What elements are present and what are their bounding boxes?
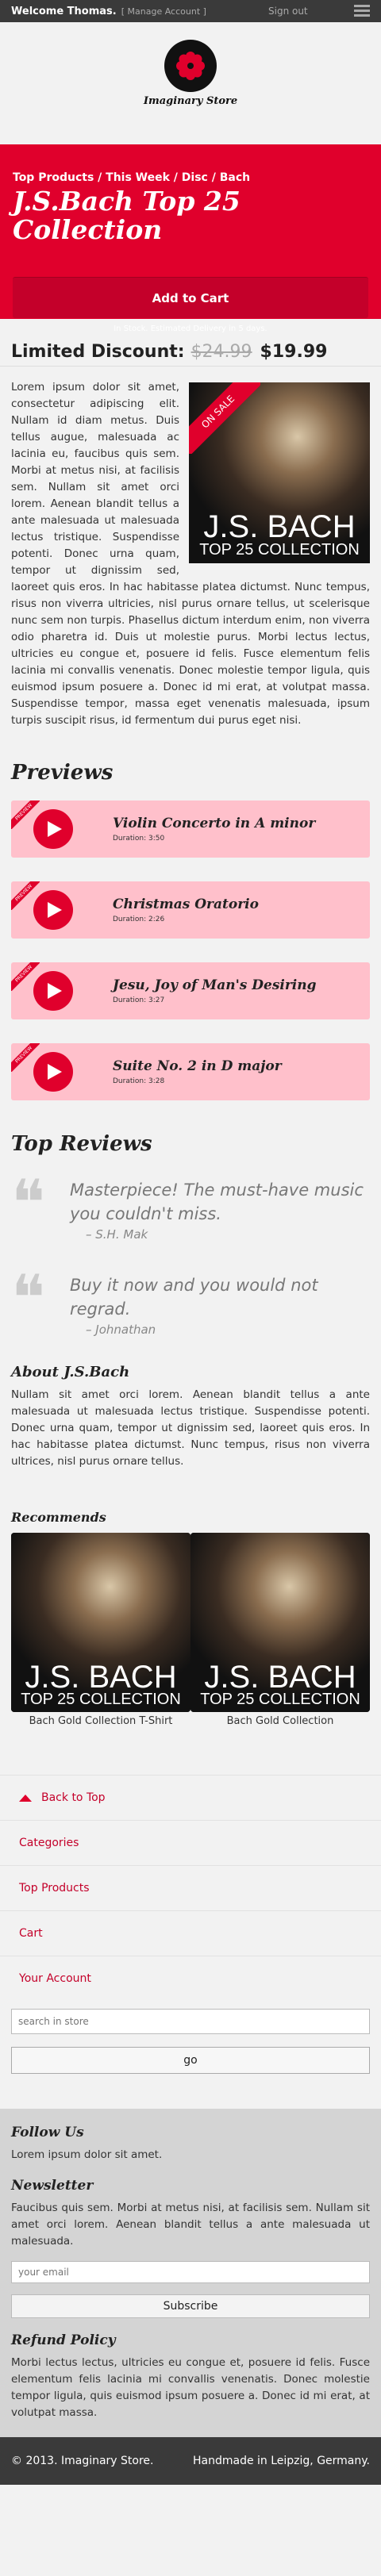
quote-icon: ❝ (11, 1166, 46, 1240)
preview-track: PREVIEW Suite No. 2 in D major Duration:… (11, 1043, 370, 1100)
recommend-thumbnail[interactable]: J.S. BACH TOP 25 COLLECTION (11, 1533, 190, 1712)
logo-text: Imaginary Store (143, 95, 238, 107)
previews-heading: Previews (11, 761, 114, 785)
newsletter-text: Faucibus quis sem. Morbi at metus nisi, … (11, 2202, 370, 2248)
preview-track: PREVIEW Christmas Oratorio Duration: 2:2… (11, 881, 370, 939)
recommend-cover-subtitle: TOP 25 COLLECTION (200, 1691, 360, 1708)
recommend-caption[interactable]: Bach Gold Collection T-Shirt (11, 1715, 190, 1727)
sale-badge: ON SALE (189, 382, 260, 454)
product-description: ON SALE J.S. BACH TOP 25 COLLECTION Lore… (0, 367, 381, 729)
track-duration: Duration: 3:28 (113, 1077, 165, 1085)
track-title: Suite No. 2 in D major (113, 1058, 282, 1074)
preview-track: PREVIEW Jesu, Joy of Man's Desiring Dura… (11, 962, 370, 1019)
new-price: $19.99 (260, 342, 328, 362)
recommend-item[interactable]: J.S. BACH TOP 25 COLLECTION Bach Gold Co… (11, 1533, 190, 1727)
quote-icon: ❝ (11, 1261, 46, 1335)
discount-label: Limited Discount: (11, 342, 185, 362)
preview-ribbon: PREVIEW (11, 800, 40, 829)
review-text: Masterpiece! The must-have music you cou… (70, 1181, 364, 1223)
preview-ribbon: PREVIEW (11, 1043, 40, 1072)
about-heading: About J.S.Bach (11, 1364, 130, 1380)
product-hero: Top Products / This Week / Disc / Bach J… (0, 144, 381, 333)
track-duration: Duration: 3:50 (113, 835, 165, 843)
preview-ribbon: PREVIEW (11, 881, 40, 910)
manage-account-link[interactable]: [ Manage Account ] (121, 6, 206, 17)
copyright: © 2013. Imaginary Store. (11, 2455, 154, 2467)
email-field[interactable] (11, 2261, 370, 2283)
cover-title: J.S. BACH (203, 509, 356, 544)
search-input[interactable] (11, 2009, 370, 2034)
old-price: $24.99 (190, 342, 252, 362)
logo[interactable]: Imaginary Store (0, 22, 381, 117)
bottom-bar: © 2013. Imaginary Store. Handmade in Lei… (0, 2437, 381, 2485)
recommends-grid: J.S. BACH TOP 25 COLLECTION Bach Gold Co… (0, 1525, 381, 1727)
previews-list: PREVIEW Violin Concerto in A minor Durat… (0, 800, 381, 1100)
review-item: ❝ Masterpiece! The must-have music you c… (11, 1172, 370, 1242)
recommend-item[interactable]: J.S. BACH TOP 25 COLLECTION Bach Gold Co… (190, 1533, 370, 1727)
recommend-cover-title: J.S. BACH (25, 1660, 177, 1695)
track-title: Violin Concerto in A minor (113, 816, 316, 831)
preview-ribbon: PREVIEW (11, 962, 40, 991)
nav-cart[interactable]: Cart (0, 1910, 381, 1956)
track-duration: Duration: 2:26 (113, 916, 165, 923)
footer-panel: Follow Us Lorem ipsum dolor sit amet. Ne… (0, 2109, 381, 2437)
sign-out-link[interactable]: Sign out (268, 6, 308, 17)
cover-subtitle: TOP 25 COLLECTION (199, 541, 360, 559)
footer-nav: Back to Top Categories Top Products Cart… (0, 1775, 381, 2001)
reviews-list: ❝ Masterpiece! The must-have music you c… (0, 1172, 381, 1338)
nav-categories[interactable]: Categories (0, 1820, 381, 1865)
made-in: Handmade in Leipzig, Germany. (192, 2455, 370, 2467)
about-text: Nullam sit amet orci lorem. Aenean bland… (11, 1388, 370, 1468)
recommend-caption[interactable]: Bach Gold Collection (190, 1715, 370, 1727)
nav-top-products[interactable]: Top Products (0, 1865, 381, 1910)
subscribe-button[interactable]: Subscribe (11, 2294, 370, 2318)
track-title: Jesu, Joy of Man's Desiring (113, 977, 317, 993)
welcome-text: Welcome Thomas. (11, 5, 117, 17)
track-duration: Duration: 3:27 (113, 996, 165, 1004)
follow-heading: Follow Us (11, 2125, 84, 2140)
reviews-heading: Top Reviews (11, 1132, 152, 1156)
review-item: ❝ Buy it now and you would not regrad. –… (11, 1267, 370, 1338)
review-author: – Johnathan (86, 1323, 156, 1337)
product-cover-image: ON SALE J.S. BACH TOP 25 COLLECTION (189, 382, 370, 563)
go-button[interactable]: go (11, 2047, 370, 2074)
back-to-top-link[interactable]: Back to Top (0, 1775, 381, 1820)
track-title: Christmas Oratorio (113, 896, 259, 912)
recommend-thumbnail[interactable]: J.S. BACH TOP 25 COLLECTION (190, 1533, 370, 1712)
preview-track: PREVIEW Violin Concerto in A minor Durat… (11, 800, 370, 858)
logo-disc-icon (164, 40, 217, 92)
refund-heading: Refund Policy (11, 2332, 116, 2348)
breadcrumb[interactable]: Top Products / This Week / Disc / Bach (13, 171, 368, 184)
nav-your-account[interactable]: Your Account (0, 1956, 381, 2001)
top-bar: Welcome Thomas. [ Manage Account ] Sign … (0, 0, 381, 22)
review-text: Buy it now and you would not regrad. (70, 1276, 318, 1319)
recommend-cover-subtitle: TOP 25 COLLECTION (21, 1691, 181, 1708)
newsletter-heading: Newsletter (11, 2178, 94, 2194)
refund-text: Morbi lectus lectus, ultricies eu congue… (11, 2356, 370, 2419)
recommends-heading: Recommends (11, 1510, 106, 1525)
menu-icon[interactable] (354, 5, 370, 17)
follow-text: Lorem ipsum dolor sit amet. (11, 2148, 163, 2161)
review-author: – S.H. Mak (86, 1227, 148, 1242)
add-to-cart-button[interactable]: Add to Cart (13, 276, 368, 318)
caret-up-icon (19, 1794, 32, 1802)
recommend-cover-title: J.S. BACH (204, 1660, 356, 1695)
product-title: J.S.Bach Top 25 Collection (13, 186, 241, 246)
